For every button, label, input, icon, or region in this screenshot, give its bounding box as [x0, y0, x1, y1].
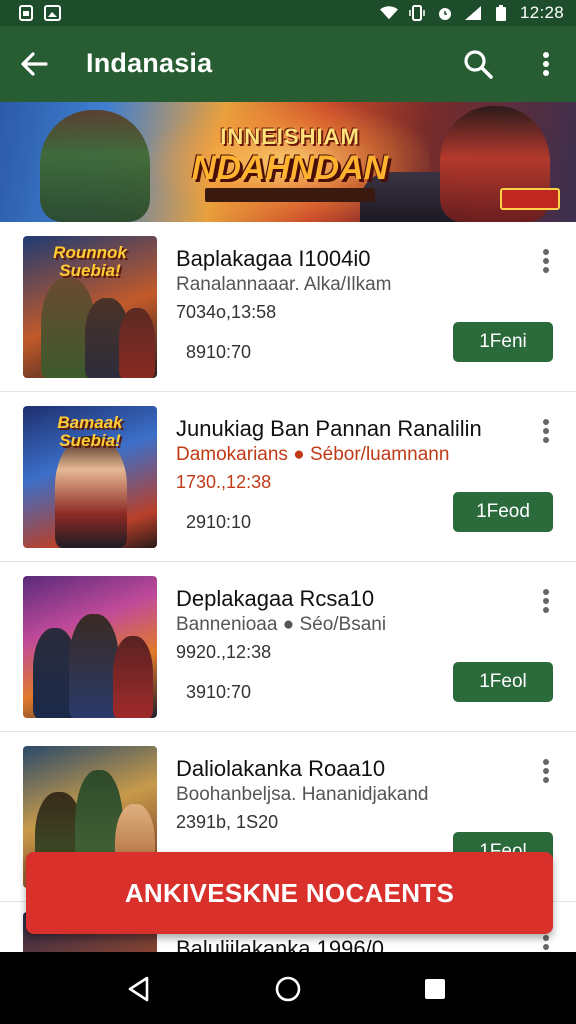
back-triangle-icon[interactable]: [124, 974, 154, 1004]
more-vert-icon[interactable]: [534, 586, 558, 616]
item-subtitle: Ranalannaaar. Alka/Ilkam: [176, 274, 392, 295]
status-left-icons: [18, 5, 62, 21]
item-thumbnail: [23, 576, 157, 718]
status-right-icons: 12:28: [379, 3, 564, 23]
list-item[interactable]: Deplakagaa Rcsa10 Bannenioaa ● Séo/Bsani…: [0, 562, 576, 732]
item-title: Junukiag Ban Pannan Ranalilin: [176, 416, 482, 441]
banner-logo: INNEISHIAM NDAHNDAN: [185, 124, 395, 204]
signal-icon: [464, 5, 482, 21]
photo-icon: [44, 5, 62, 21]
item-title: Deplakagaa Rcsa10: [176, 586, 375, 611]
list-item[interactable]: Rounnok Suebia! Baplakagaa I1004i0 Ranal…: [0, 222, 576, 392]
page-title: Indanasia: [86, 48, 213, 78]
item-title: Daliolakanka Roaa10: [176, 756, 386, 781]
item-title: Baplakagaa I1004i0: [176, 246, 371, 271]
system-nav-bar: [0, 952, 576, 1024]
item-action-button[interactable]: 1Feod: [453, 492, 553, 532]
item-thumbnail: Rounnok Suebia!: [23, 236, 157, 378]
snackbar-action[interactable]: ANKIVESKNE NOCAENTS: [26, 852, 553, 934]
status-time: 12:28: [519, 3, 564, 22]
item-thumbnail: Bamaak Suebia!: [23, 406, 157, 548]
promo-banner[interactable]: INNEISHIAM NDAHNDAN: [0, 102, 576, 222]
item-subtitle: Bannenioaa ● Séo/Bsani: [176, 614, 387, 635]
battery-icon: [492, 5, 510, 21]
item-date: 9920.,12:38: [176, 642, 272, 662]
item-count: 3910:70: [186, 682, 252, 702]
home-circle-icon[interactable]: [273, 974, 303, 1004]
item-date: 1730.,12:38: [176, 472, 272, 492]
list-item[interactable]: Bamaak Suebia! Junukiag Ban Pannan Ranal…: [0, 392, 576, 562]
thumbnail-title: Bamaak Suebia!: [57, 413, 123, 450]
more-vert-icon[interactable]: [534, 756, 558, 786]
banner-promo-badge: [500, 188, 560, 210]
item-count: 2910:10: [186, 512, 252, 532]
item-action-button[interactable]: 1Feni: [453, 322, 553, 362]
banner-logo-line2: NDAHNDAN: [191, 149, 389, 187]
thumbnail-figure: [119, 308, 155, 378]
banner-logo-line1: INNEISHIAM: [220, 124, 360, 149]
banner-hero-left-image: [40, 110, 150, 222]
recents-square-icon[interactable]: [420, 974, 450, 1004]
thumbnail-figure: [55, 436, 127, 548]
wifi-icon: [379, 5, 398, 21]
search-icon[interactable]: [460, 46, 496, 82]
item-count: 8910:70: [186, 342, 252, 362]
item-action-button[interactable]: 1Feol: [453, 662, 553, 702]
item-date: 7034o,13:58: [176, 302, 277, 322]
item-date: 2391b, 1S20: [176, 812, 279, 832]
more-vert-icon[interactable]: [534, 416, 558, 446]
alarm-icon: [436, 5, 454, 21]
more-vert-icon[interactable]: [530, 46, 562, 82]
banner-logo-ribbon: [205, 188, 375, 202]
item-subtitle: Boohanbeljsa. Hananidjakand: [176, 784, 429, 805]
status-bar: 12:28: [0, 0, 576, 26]
item-subtitle: Damokarians ● Sébor/luamnann: [176, 444, 450, 465]
thumbnail-figure: [69, 614, 119, 718]
vibrate-icon: [408, 5, 426, 21]
more-vert-icon[interactable]: [534, 246, 558, 276]
thumbnail-title: Rounnok Suebia!: [53, 243, 127, 280]
thumbnail-figure: [113, 636, 153, 718]
app-bar: Indanasia: [0, 26, 576, 102]
sim-card-icon: [18, 5, 36, 21]
back-arrow-icon[interactable]: [16, 46, 52, 82]
